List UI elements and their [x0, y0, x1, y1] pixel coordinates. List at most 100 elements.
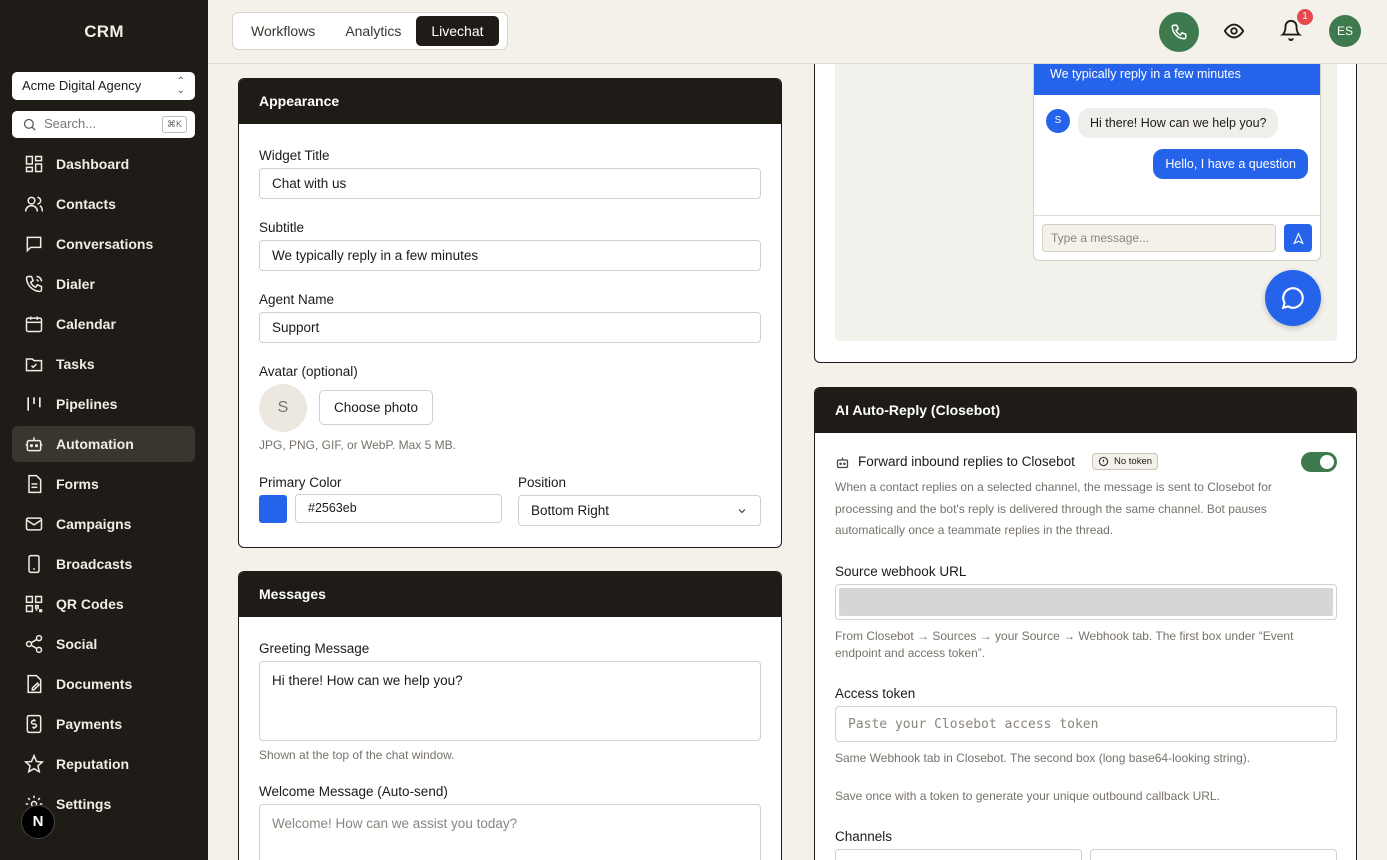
webhook-url-field[interactable]	[835, 584, 1337, 620]
send-button[interactable]	[1284, 224, 1312, 252]
tab-workflows[interactable]: Workflows	[236, 16, 330, 46]
calendar-icon	[25, 316, 43, 333]
forward-replies-toggle[interactable]	[1301, 452, 1337, 472]
sidebar-nav: Dashboard Contacts Conversations Dialer …	[12, 146, 195, 826]
chat-preview-card: We typically reply in a few minutes S Hi…	[814, 64, 1357, 363]
channel-option[interactable]	[835, 849, 1082, 860]
token-status-chip: No token	[1092, 453, 1159, 470]
eye-icon	[1223, 23, 1245, 39]
contacts-icon	[24, 196, 44, 212]
sidebar-item-label: QR Codes	[56, 596, 124, 612]
sidebar-item-payments[interactable]: Payments	[12, 706, 195, 742]
webhook-url-hint: From Closebot → Sources → your Source → …	[835, 629, 1294, 660]
reputation-icon	[24, 754, 44, 774]
sidebar-item-dialer[interactable]: Dialer	[12, 266, 195, 302]
sidebar-item-automation[interactable]: Automation	[12, 426, 195, 462]
position-select[interactable]: Bottom Right	[518, 495, 761, 526]
notifications-button[interactable]	[1279, 19, 1303, 46]
phone-button[interactable]	[1159, 12, 1199, 52]
dashboard-icon	[25, 155, 43, 173]
closebot-card: AI Auto-Reply (Closebot) Forward inbound…	[814, 387, 1357, 860]
welcome-label: Welcome Message (Auto-send)	[259, 784, 448, 799]
sidebar-item-reputation[interactable]: Reputation	[12, 746, 195, 782]
choose-photo-button[interactable]: Choose photo	[319, 390, 433, 425]
sidebar-item-documents[interactable]: Documents	[12, 666, 195, 702]
channels-label: Channels	[835, 829, 893, 844]
sidebar-item-label: Dashboard	[56, 156, 130, 172]
tab-livechat[interactable]: Livechat	[416, 16, 499, 46]
user-avatar[interactable]: ES	[1329, 15, 1361, 47]
appearance-card-title: Appearance	[239, 79, 781, 124]
welcome-textarea[interactable]: Welcome! How can we assist you today?	[259, 804, 761, 860]
sidebar-item-qr-codes[interactable]: QR Codes	[12, 586, 195, 622]
org-select-value: Acme Digital Agency	[22, 78, 142, 93]
tab-group: Workflows Analytics Livechat	[232, 12, 508, 50]
access-token-input[interactable]: Paste your Closebot access token	[835, 706, 1337, 742]
avatar-label: Avatar (optional)	[259, 364, 358, 379]
avatar-preview: S	[259, 384, 307, 432]
phone-icon	[1171, 24, 1187, 40]
chat-preview-area: We typically reply in a few minutes S Hi…	[835, 64, 1337, 341]
webhook-url-label: Source webhook URL	[835, 564, 967, 579]
messages-card-title: Messages	[239, 572, 781, 617]
documents-icon	[27, 674, 42, 694]
chevron-up-down-icon: ⌃ ⌄	[176, 76, 185, 96]
broadcasts-icon	[28, 554, 40, 574]
sidebar-item-conversations[interactable]: Conversations	[12, 226, 195, 262]
forms-icon	[28, 474, 42, 494]
pipelines-icon	[27, 397, 41, 411]
sidebar-item-label: Campaigns	[56, 516, 132, 532]
n-badge[interactable]: N	[21, 805, 55, 839]
dialer-icon	[25, 275, 43, 293]
notification-count-badge: 1	[1297, 9, 1313, 25]
tab-analytics[interactable]: Analytics	[330, 16, 416, 46]
search-input[interactable]: Search... ⌘K	[12, 111, 195, 138]
greeting-textarea[interactable]: Hi there! How can we help you?	[259, 661, 761, 741]
brand-logo: CRM	[84, 22, 124, 41]
bot-icon	[836, 457, 849, 469]
sidebar-item-pipelines[interactable]: Pipelines	[12, 386, 195, 422]
primary-color-label: Primary Color	[259, 475, 342, 490]
chat-window-subtitle: We typically reply in a few minutes	[1034, 64, 1320, 95]
closebot-card-title: AI Auto-Reply (Closebot)	[815, 388, 1356, 433]
sidebar-item-forms[interactable]: Forms	[12, 466, 195, 502]
chat-message-input[interactable]: Type a message...	[1042, 224, 1276, 252]
sidebar-item-label: Automation	[56, 436, 134, 452]
sidebar-item-tasks[interactable]: Tasks	[12, 346, 195, 382]
sidebar-item-label: Payments	[56, 716, 123, 732]
primary-color-swatch[interactable]	[259, 495, 287, 523]
primary-color-input[interactable]: #2563eb	[295, 494, 502, 523]
appearance-card: Appearance Widget Title Chat with us Sub…	[238, 78, 782, 548]
sidebar-item-contacts[interactable]: Contacts	[12, 186, 195, 222]
subtitle-input[interactable]: We typically reply in a few minutes	[259, 240, 761, 271]
social-icon	[25, 634, 43, 654]
subtitle-label: Subtitle	[259, 220, 305, 235]
sidebar-item-social[interactable]: Social	[12, 626, 195, 662]
channel-option[interactable]	[1090, 849, 1337, 860]
widget-title-input[interactable]: Chat with us	[259, 168, 761, 199]
info-circle-icon	[1098, 456, 1109, 467]
conversations-icon	[26, 236, 42, 253]
sidebar-item-label: Broadcasts	[56, 556, 133, 572]
sidebar-item-label: Forms	[56, 476, 99, 492]
chat-launcher-button[interactable]	[1265, 270, 1321, 326]
agent-name-label: Agent Name	[259, 292, 335, 307]
campaigns-icon	[25, 517, 43, 531]
qr-codes-icon	[25, 595, 43, 613]
chevron-down-icon	[738, 509, 746, 514]
sidebar-item-dashboard[interactable]: Dashboard	[12, 146, 195, 182]
messages-card: Messages Greeting Message Hi there! How …	[238, 571, 782, 860]
org-select[interactable]: Acme Digital Agency ⌃ ⌄	[12, 72, 195, 100]
welcome-placeholder: Welcome! How can we assist you today?	[272, 816, 518, 831]
sidebar-item-label: Documents	[56, 676, 133, 692]
save-hint: Save once with a token to generate your …	[835, 789, 1220, 803]
agent-name-input[interactable]: Support	[259, 312, 761, 343]
sidebar-item-calendar[interactable]: Calendar	[12, 306, 195, 342]
sidebar-item-label: Dialer	[56, 276, 95, 292]
sidebar-item-broadcasts[interactable]: Broadcasts	[12, 546, 195, 582]
preview-button[interactable]	[1223, 20, 1245, 47]
position-label: Position	[518, 475, 567, 490]
sidebar-item-campaigns[interactable]: Campaigns	[12, 506, 195, 542]
sidebar-item-label: Tasks	[56, 356, 95, 372]
greeting-hint: Shown at the top of the chat window.	[259, 748, 455, 762]
